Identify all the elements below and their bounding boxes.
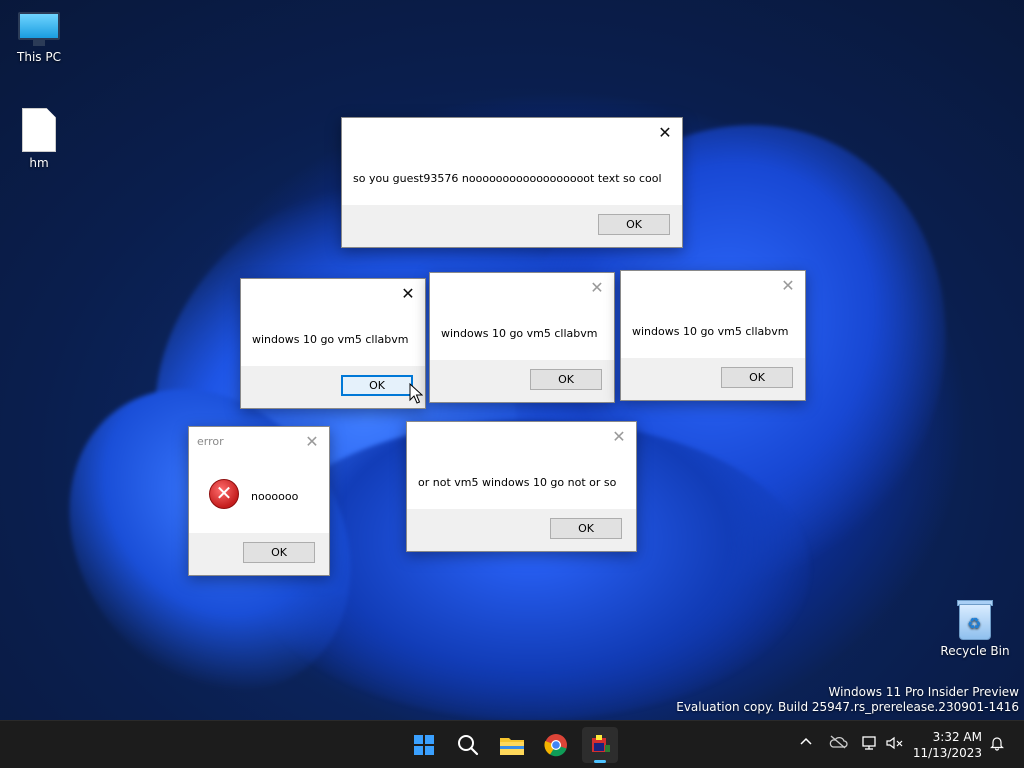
dialog-titlebar[interactable]: ✕ <box>407 422 636 452</box>
dialog-footer: OK <box>189 533 329 575</box>
chrome-button[interactable] <box>538 727 574 763</box>
app-icon <box>592 735 610 752</box>
dialog-message: windows 10 go vm5 cllabvm <box>632 325 789 338</box>
dialog-message: noooooo <box>251 490 299 503</box>
desktop-icon-label: Recycle Bin <box>940 644 1010 658</box>
taskbar: 3:32 AM 11/13/2023 <box>0 720 1024 768</box>
close-icon[interactable]: ✕ <box>610 428 628 446</box>
recycle-bin-icon: ♻ <box>957 598 993 640</box>
start-button[interactable] <box>406 727 442 763</box>
file-icon <box>22 108 56 152</box>
desktop-icon-label: This PC <box>17 50 61 64</box>
ok-button[interactable]: OK <box>243 542 315 563</box>
watermark-line: Windows 11 Pro Insider Preview <box>828 685 1019 699</box>
error-dialog[interactable]: error ✕ ✕ noooooo OK <box>188 426 330 576</box>
folder-icon <box>500 738 524 755</box>
windows-logo-icon <box>414 735 434 755</box>
desktop: This PC hm ♻ Recycle Bin Windows 11 Pro … <box>0 0 1024 720</box>
close-icon[interactable]: ✕ <box>303 433 321 451</box>
message-dialog[interactable]: ✕ or not vm5 windows 10 go not or so OK <box>406 421 637 552</box>
message-dialog[interactable]: ✕ windows 10 go vm5 cllabvm OK <box>620 270 806 401</box>
dialog-footer: OK <box>241 366 425 408</box>
dialog-footer: OK <box>621 358 805 400</box>
dialog-message: windows 10 go vm5 cllabvm <box>441 327 598 340</box>
error-icon: ✕ <box>209 479 239 509</box>
dialog-titlebar[interactable]: ✕ <box>430 273 614 303</box>
onedrive-offline-icon[interactable] <box>828 735 848 755</box>
search-icon <box>458 735 479 756</box>
running-indicator <box>594 760 606 763</box>
dialog-titlebar[interactable]: ✕ <box>621 271 805 301</box>
ok-button[interactable]: OK <box>598 214 670 235</box>
close-icon[interactable]: ✕ <box>656 124 674 142</box>
system-clock[interactable]: 3:32 AM 11/13/2023 <box>902 729 982 761</box>
dialog-footer: OK <box>430 360 614 402</box>
active-app-button[interactable] <box>582 727 618 763</box>
dialog-titlebar[interactable]: error ✕ <box>189 427 329 457</box>
mouse-cursor-icon <box>409 383 423 404</box>
desktop-icon-label: hm <box>29 156 49 170</box>
file-explorer-button[interactable] <box>494 727 530 763</box>
message-dialog[interactable]: ✕ windows 10 go vm5 cllabvm OK <box>240 278 426 409</box>
computer-icon <box>18 12 60 46</box>
notification-bell-icon[interactable] <box>987 735 1007 755</box>
ok-button[interactable]: OK <box>721 367 793 388</box>
ok-button[interactable]: OK <box>341 375 413 396</box>
dialog-footer: OK <box>407 509 636 551</box>
dialog-message: so you guest93576 noooooooooooooooooot t… <box>353 172 662 185</box>
close-icon[interactable]: ✕ <box>588 279 606 297</box>
desktop-icon-recycle-bin[interactable]: ♻ Recycle Bin <box>937 598 1013 658</box>
desktop-icon-hm[interactable]: hm <box>1 108 77 170</box>
dialog-title: error <box>197 435 224 448</box>
dialog-message: windows 10 go vm5 cllabvm <box>252 333 409 346</box>
dialog-footer: OK <box>342 205 682 247</box>
chevron-up-icon[interactable] <box>796 735 816 755</box>
dialog-titlebar[interactable]: ✕ <box>241 279 425 309</box>
ok-button[interactable]: OK <box>530 369 602 390</box>
close-icon[interactable]: ✕ <box>779 277 797 295</box>
network-icon[interactable] <box>860 735 880 755</box>
close-icon[interactable]: ✕ <box>399 285 417 303</box>
dialog-titlebar[interactable]: ✕ <box>342 118 682 148</box>
ok-button[interactable]: OK <box>550 518 622 539</box>
search-button[interactable] <box>450 727 486 763</box>
message-dialog[interactable]: ✕ windows 10 go vm5 cllabvm OK <box>429 272 615 403</box>
desktop-icon-this-pc[interactable]: This PC <box>1 12 77 64</box>
dialog-message: or not vm5 windows 10 go not or so <box>418 476 617 489</box>
clock-date: 11/13/2023 <box>912 746 982 760</box>
windows-watermark: Windows 11 Pro Insider Preview Evaluatio… <box>676 685 1019 715</box>
clock-time: 3:32 AM <box>932 730 982 744</box>
chrome-icon <box>544 734 567 757</box>
message-dialog[interactable]: ✕ so you guest93576 noooooooooooooooooot… <box>341 117 683 248</box>
watermark-line: Evaluation copy. Build 25947.rs_prerelea… <box>676 700 1019 714</box>
